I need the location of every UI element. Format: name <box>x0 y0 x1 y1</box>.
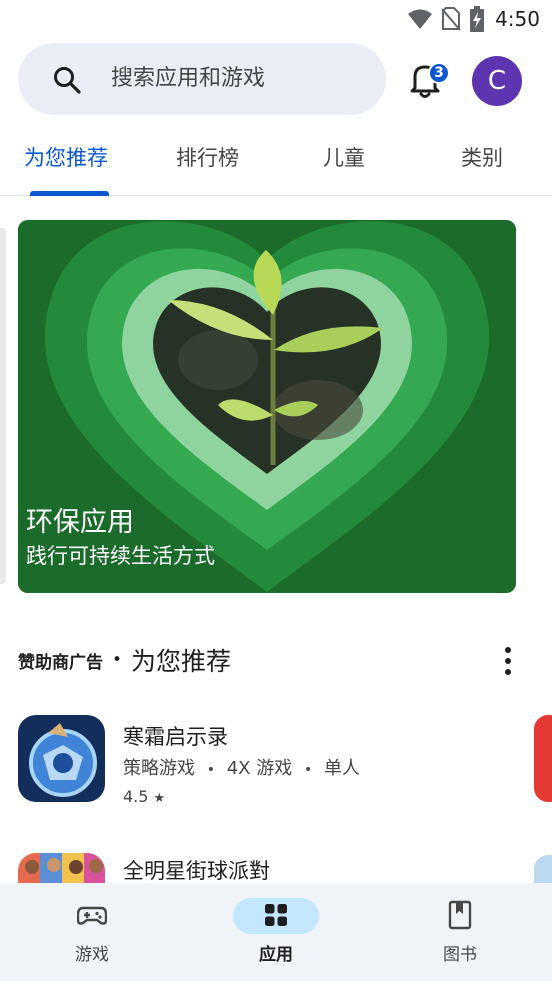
status-icons: 4:50 <box>407 6 540 32</box>
active-tab-indicator <box>30 191 109 196</box>
no-sim-icon <box>441 7 461 31</box>
section-title: 为您推荐 <box>131 647 232 676</box>
rating-value: 4.5 <box>123 787 149 806</box>
app-tag: 4X 游戏 <box>226 758 293 779</box>
tab-kids[interactable]: 儿童 <box>323 142 365 172</box>
app-meta: 策略游戏 • 4X 游戏 • 单人 <box>123 754 360 780</box>
nav-apps[interactable]: 应用 <box>184 883 368 981</box>
nav-books[interactable]: 图书 <box>368 883 552 981</box>
app-list-item[interactable]: 寒霜启示录 策略游戏 • 4X 游戏 • 单人 4.5 ★ <box>18 715 518 806</box>
star-icon: ★ <box>153 791 166 806</box>
search-icon <box>54 67 81 94</box>
top-tabs: 为您推荐 排行榜 儿童 类别 <box>0 128 552 196</box>
account-avatar[interactable]: C <box>472 56 522 106</box>
meta-separator: • <box>206 762 215 778</box>
featured-card-subtitle: 践行可持续生活方式 <box>26 544 215 568</box>
app-category: 策略游戏 <box>123 758 195 779</box>
app-list-item[interactable]: 全明星街球派對 <box>18 853 518 883</box>
status-bar: 4:50 <box>0 0 552 38</box>
bottom-navigation: 游戏 应用 图书 <box>0 883 552 981</box>
nav-label: 图书 <box>443 945 477 965</box>
tab-for-you[interactable]: 为您推荐 <box>24 142 108 172</box>
bookmark-book-icon <box>448 900 472 930</box>
app-name: 全明星街球派對 <box>123 859 270 883</box>
battery-charging-icon <box>470 6 485 32</box>
section-header: 赞助商广告 • 为您推荐 <box>18 640 538 680</box>
more-options-icon[interactable] <box>498 644 518 676</box>
apps-grid-icon <box>265 904 287 926</box>
search-bar[interactable]: 搜索应用和游戏 <box>18 43 386 115</box>
tab-categories[interactable]: 类别 <box>461 142 503 172</box>
app-name: 寒霜启示录 <box>123 725 228 749</box>
previous-card-edge[interactable] <box>0 228 6 584</box>
featured-card-title: 环保应用 <box>26 507 134 538</box>
sponsored-label: 赞助商广告 <box>18 652 103 673</box>
app-rating: 4.5 ★ <box>123 787 165 806</box>
nav-label: 游戏 <box>75 945 109 965</box>
tab-top-charts[interactable]: 排行榜 <box>176 142 239 172</box>
search-placeholder: 搜索应用和游戏 <box>111 66 266 91</box>
separator-dot: • <box>112 650 123 670</box>
app-mode: 单人 <box>323 758 360 779</box>
gamepad-icon <box>77 906 107 925</box>
app-icon <box>18 715 105 802</box>
clock: 4:50 <box>495 7 540 31</box>
notification-count-badge: 3 <box>428 62 450 84</box>
next-card-edge[interactable] <box>534 715 552 802</box>
app-icon <box>18 853 105 883</box>
meta-separator: • <box>303 762 313 778</box>
nav-games[interactable]: 游戏 <box>0 883 184 981</box>
wifi-icon <box>408 9 433 29</box>
nav-label: 应用 <box>259 945 293 965</box>
